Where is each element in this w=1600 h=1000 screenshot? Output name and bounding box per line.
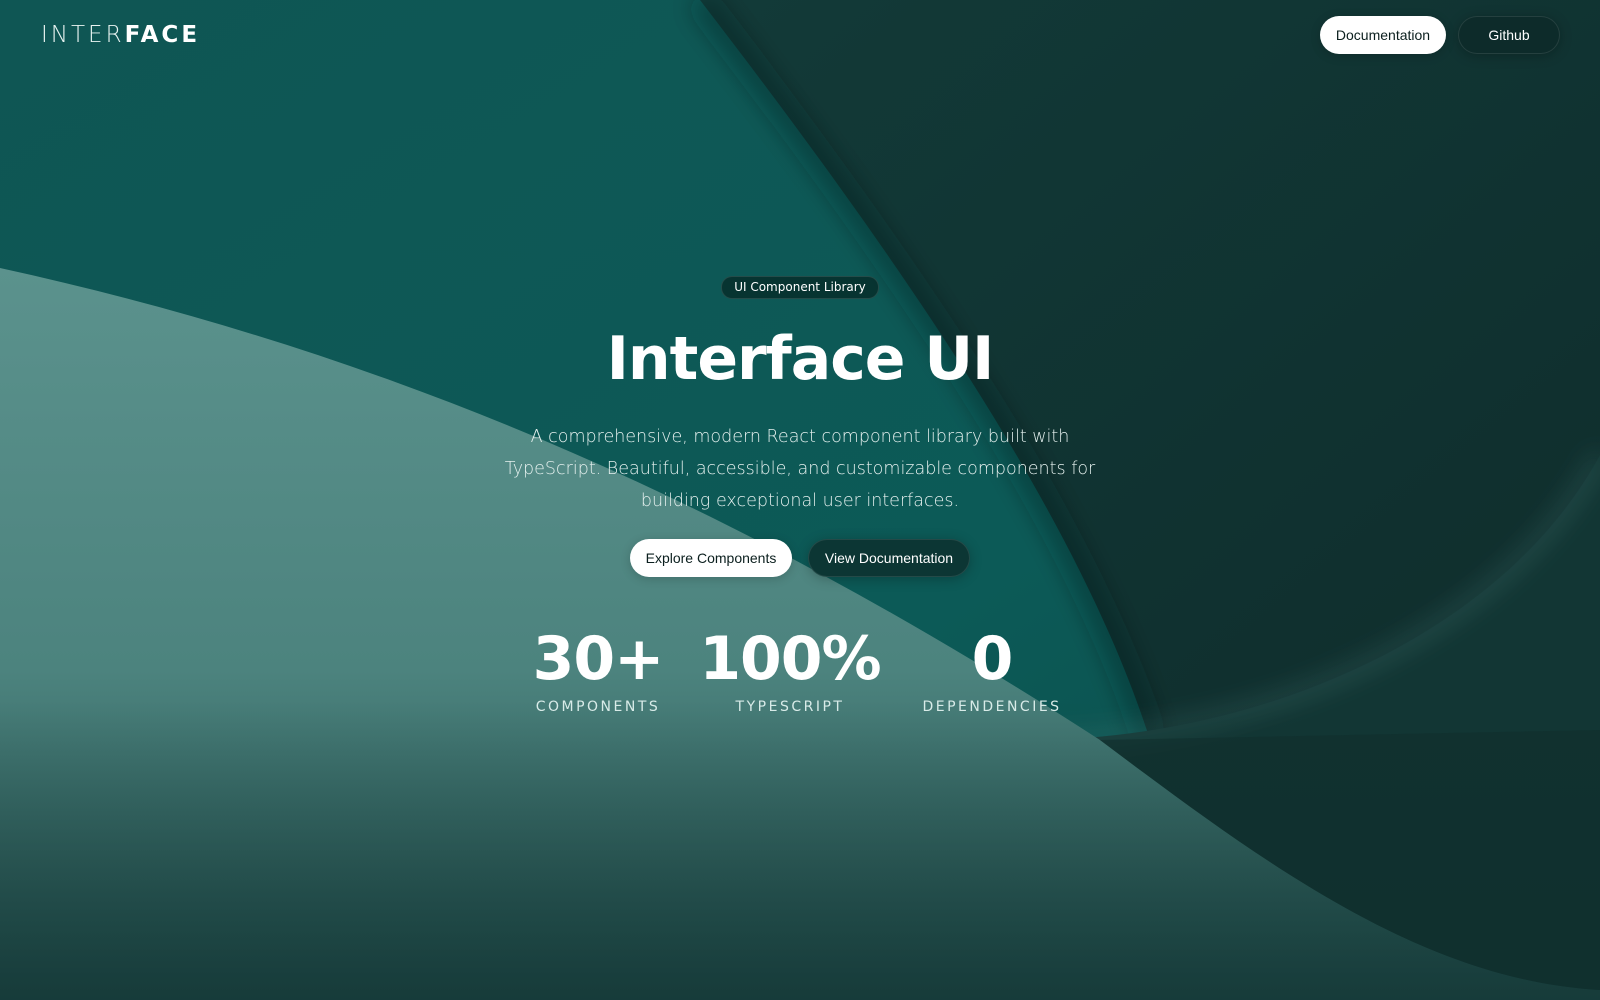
top-nav: Documentation Github (1320, 16, 1560, 54)
stat-value: 100% (699, 624, 881, 694)
logo-text-light: INTER (41, 22, 125, 48)
landing-page: INTERFACE Documentation Github UI Compon… (0, 0, 1600, 1000)
hero-title: Interface UI (606, 324, 995, 394)
github-nav-button[interactable]: Github (1458, 16, 1560, 54)
hero-badge: UI Component Library (721, 276, 879, 299)
explore-components-button[interactable]: Explore Components (630, 539, 792, 577)
stat-label: COMPONENTS (535, 699, 661, 715)
hero-cta-group: Explore Components View Documentation (630, 539, 970, 577)
hero-section: UI Component Library Interface UI A comp… (0, 276, 1600, 715)
logo-text-bold: FACE (124, 22, 201, 48)
view-documentation-button[interactable]: View Documentation (808, 539, 970, 577)
stats-row: 30+ COMPONENTS 100% TYPESCRIPT 0 DEPENDE… (508, 623, 1092, 715)
stat-components: 30+ COMPONENTS (508, 623, 688, 715)
hero-subtitle: A comprehensive, modern React component … (504, 427, 1096, 511)
stat-dependencies: 0 DEPENDENCIES (892, 623, 1092, 715)
stat-label: DEPENDENCIES (922, 699, 1062, 715)
stat-value: 0 (971, 624, 1014, 694)
logo[interactable]: INTERFACE (41, 20, 200, 50)
stat-value: 30+ (532, 624, 665, 694)
documentation-nav-button[interactable]: Documentation (1320, 16, 1446, 54)
stat-label: TYPESCRIPT (735, 699, 845, 715)
stat-typescript: 100% TYPESCRIPT (699, 623, 881, 715)
